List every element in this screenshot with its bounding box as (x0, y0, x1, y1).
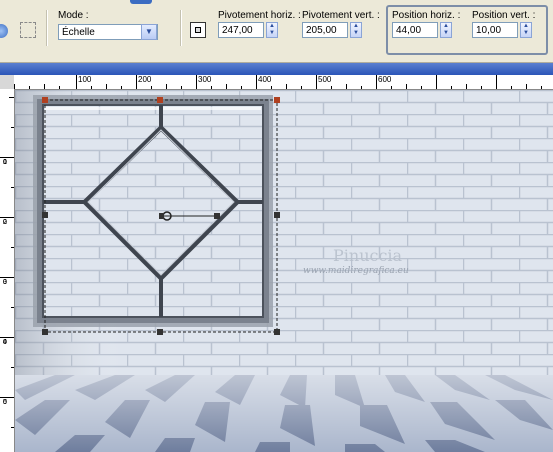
position-horizontal-spinner[interactable]: ▲ ▼ (440, 22, 452, 38)
mode-select-value: Échelle (62, 27, 95, 38)
pivot-horizontal-input[interactable]: 247,00 (218, 22, 264, 38)
pivot-horizontal-label: Pivotement horiz. : (218, 10, 301, 21)
select-tool-icon[interactable] (20, 22, 36, 38)
ruler-h-label: 400 (258, 75, 272, 84)
toolbar: Mode : Échelle ▼ Pivotement horiz. : 247… (0, 0, 553, 63)
ruler-h-label: 600 (378, 75, 392, 84)
vertical-ruler: 100 200 300 400 500 (0, 89, 15, 452)
canvas-window: 100 200 300 400 500 600 100 200 300 400 (0, 63, 553, 452)
reset-icon[interactable] (0, 24, 8, 38)
ruler-h-label: 200 (138, 75, 152, 84)
ruler-corner (0, 75, 14, 89)
toolbar-separator (180, 10, 182, 46)
ruler-h-label: 300 (198, 75, 212, 84)
mode-dropdown-arrow-icon[interactable]: ▼ (141, 24, 157, 40)
horizontal-ruler: 100 200 300 400 500 600 (14, 75, 553, 90)
position-vertical-spinner[interactable]: ▲ ▼ (520, 22, 532, 38)
canvas-image[interactable]: Pinuccia www.maidiregrafica.eu (15, 90, 553, 452)
pivot-horizontal-spinner[interactable]: ▲ ▼ (266, 22, 278, 38)
watermark-name: Pinuccia (333, 246, 403, 265)
toolbar-separator (46, 10, 48, 46)
framed-panel (33, 95, 273, 327)
watermark-url: www.maidiregrafica.eu (303, 266, 409, 276)
pivot-vertical-label: Pivotement vert. : (302, 10, 380, 21)
canvas-title-bar (0, 63, 553, 75)
pivot-point-icon[interactable] (190, 22, 206, 38)
ruler-h-label: 100 (78, 75, 92, 84)
position-horizontal-label: Position horiz. : (392, 10, 461, 21)
position-vertical-label: Position vert. : (472, 10, 536, 21)
pivot-vertical-input[interactable]: 205,00 (302, 22, 348, 38)
tab-active-indicator (130, 0, 152, 4)
position-vertical-input[interactable]: 10,00 (472, 22, 518, 38)
position-horizontal-input[interactable]: 44,00 (392, 22, 438, 38)
pivot-vertical-spinner[interactable]: ▲ ▼ (350, 22, 362, 38)
ruler-h-label: 500 (318, 75, 332, 84)
mode-label: Mode : (58, 10, 89, 21)
checkered-floor (15, 375, 553, 452)
